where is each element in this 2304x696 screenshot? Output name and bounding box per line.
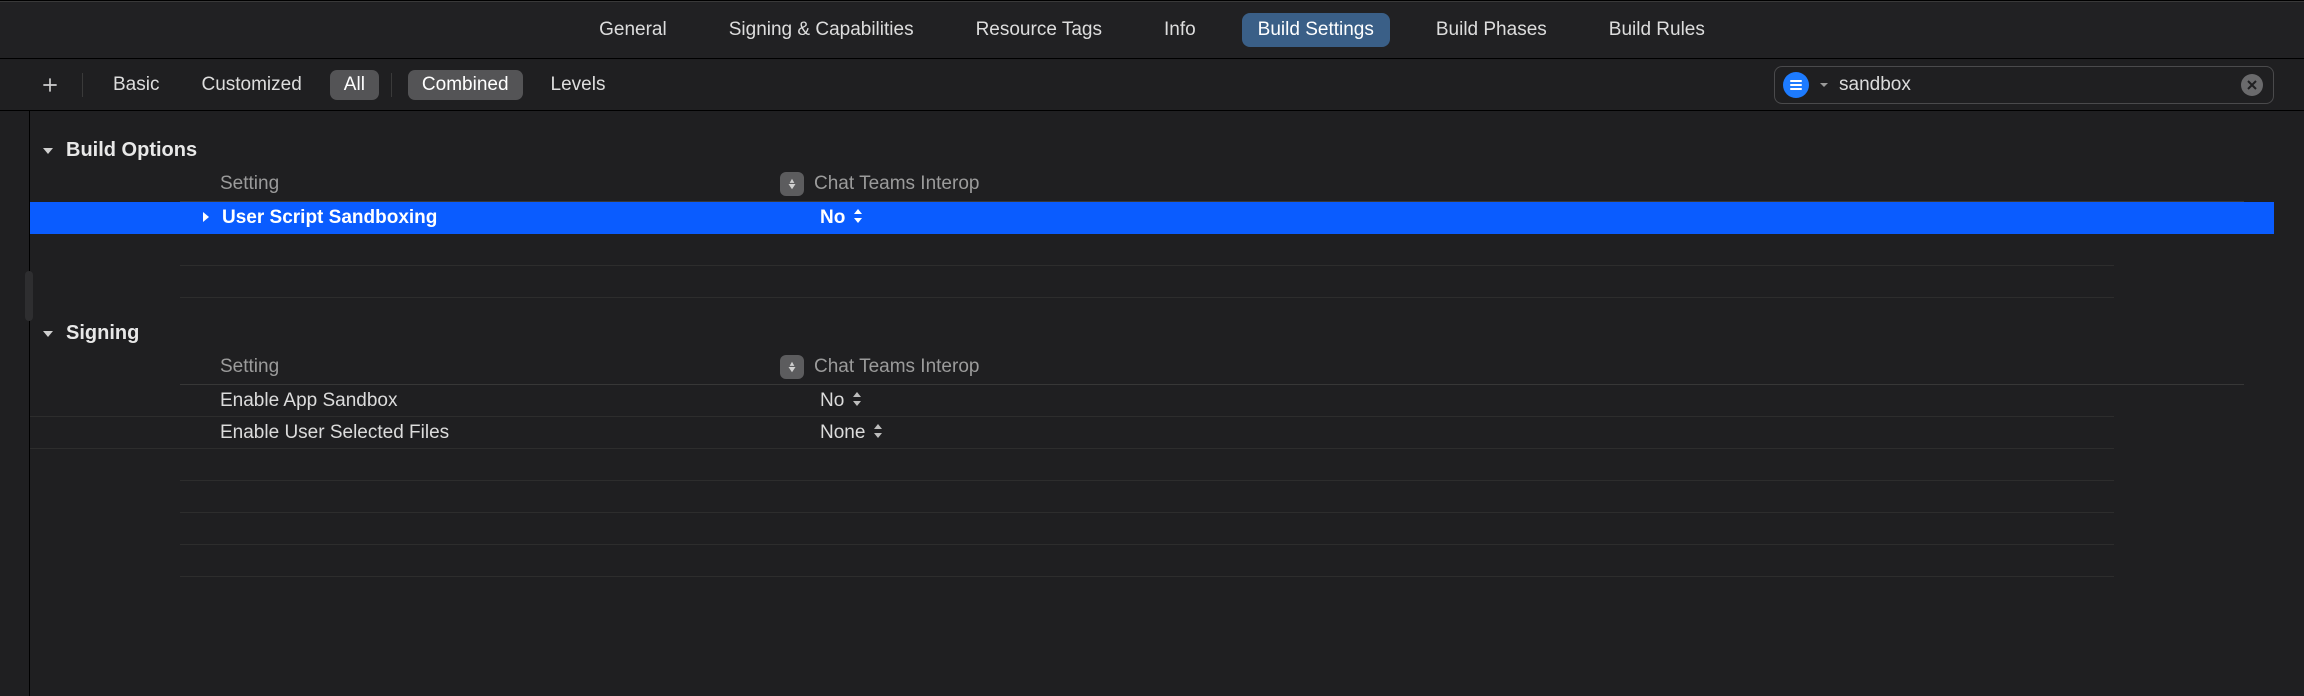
column-header-row: Setting Chat Teams Interop [180,166,2244,202]
rows-build-options: User Script Sandboxing No [30,202,2304,298]
updown-stepper-icon [852,390,862,412]
section-header-build-options[interactable]: Build Options [30,139,2304,162]
setting-row-enable-app-sandbox[interactable]: Enable App Sandbox No [30,385,2114,417]
filter-scope-group: Basic Customized All [99,70,379,100]
target-name: Chat Teams Interop [814,173,979,195]
filter-basic[interactable]: Basic [99,70,173,100]
column-header-target[interactable]: Chat Teams Interop [780,172,2244,196]
tab-build-phases[interactable]: Build Phases [1420,13,1563,47]
section-title: Signing [66,322,139,345]
setting-row-user-script-sandboxing[interactable]: User Script Sandboxing No [30,202,2274,234]
chevron-right-icon[interactable] [200,207,212,229]
app-target-icon [780,172,804,196]
tab-info[interactable]: Info [1148,13,1212,47]
plus-icon [40,75,60,95]
setting-value-cell[interactable]: No [780,390,2114,412]
updown-stepper-icon [853,207,863,229]
setting-value: None [820,422,865,444]
divider [82,73,83,97]
column-header-setting: Setting [180,173,780,195]
divider [391,73,392,97]
app-target-icon [780,355,804,379]
settings-list: Build Options Setting Chat Teams Interop [30,111,2304,696]
content-area: Build Options Setting Chat Teams Interop [0,111,2304,696]
section-header-signing[interactable]: Signing [30,322,2304,345]
filter-view-group: Combined Levels [408,70,620,100]
tab-build-settings[interactable]: Build Settings [1242,13,1390,47]
filter-levels[interactable]: Levels [537,70,620,100]
rows-signing: Enable App Sandbox No Enable User Select… [30,385,2304,577]
clear-search-button[interactable] [2241,74,2263,96]
setting-name: User Script Sandboxing [222,207,437,229]
target-editor-tabs: General Signing & Capabilities Resource … [0,1,2304,59]
tab-signing-capabilities[interactable]: Signing & Capabilities [713,13,930,47]
add-build-setting-button[interactable] [30,75,70,95]
column-header-target[interactable]: Chat Teams Interop [780,355,2244,379]
section-title: Build Options [66,139,197,162]
column-header-row: Setting Chat Teams Interop [180,349,2244,385]
setting-value: No [820,207,845,229]
spacer-row [180,481,2114,513]
section-build-options: Build Options Setting Chat Teams Interop [30,139,2304,298]
search-scope-menu[interactable] [1783,72,1809,98]
chevron-down-icon [1819,74,1829,96]
search-field[interactable] [1774,66,2274,104]
tab-build-rules[interactable]: Build Rules [1593,13,1721,47]
tabs-group: General Signing & Capabilities Resource … [583,13,1721,47]
search-input[interactable] [1839,74,2231,96]
filter-bar: Basic Customized All Combined Levels [0,59,2304,111]
updown-stepper-icon [873,422,883,444]
setting-row-enable-user-selected-files[interactable]: Enable User Selected Files None [30,417,2114,449]
close-icon [2247,80,2257,90]
setting-value: No [820,390,844,412]
left-gutter [0,111,30,696]
spacer-row [180,234,2114,266]
spacer-row [180,513,2114,545]
build-settings-window: General Signing & Capabilities Resource … [0,0,2304,696]
setting-value-cell[interactable]: None [780,422,2114,444]
tab-resource-tags[interactable]: Resource Tags [960,13,1118,47]
setting-name: Enable App Sandbox [220,390,398,412]
filter-lines-icon [1790,80,1802,90]
spacer-row [180,266,2114,298]
spacer-row [180,545,2114,577]
column-header-setting: Setting [180,356,780,378]
section-signing: Signing Setting Chat Teams Interop Enabl… [30,322,2304,577]
tab-general[interactable]: General [583,13,683,47]
chevron-down-icon [40,326,56,342]
filter-all[interactable]: All [330,70,379,100]
setting-value-cell[interactable]: No [780,207,2274,229]
target-name: Chat Teams Interop [814,356,979,378]
filter-combined[interactable]: Combined [408,70,523,100]
filter-customized[interactable]: Customized [187,70,315,100]
setting-name: Enable User Selected Files [220,422,449,444]
chevron-down-icon [40,143,56,159]
spacer-row [180,449,2114,481]
gutter-handle[interactable] [25,271,33,321]
